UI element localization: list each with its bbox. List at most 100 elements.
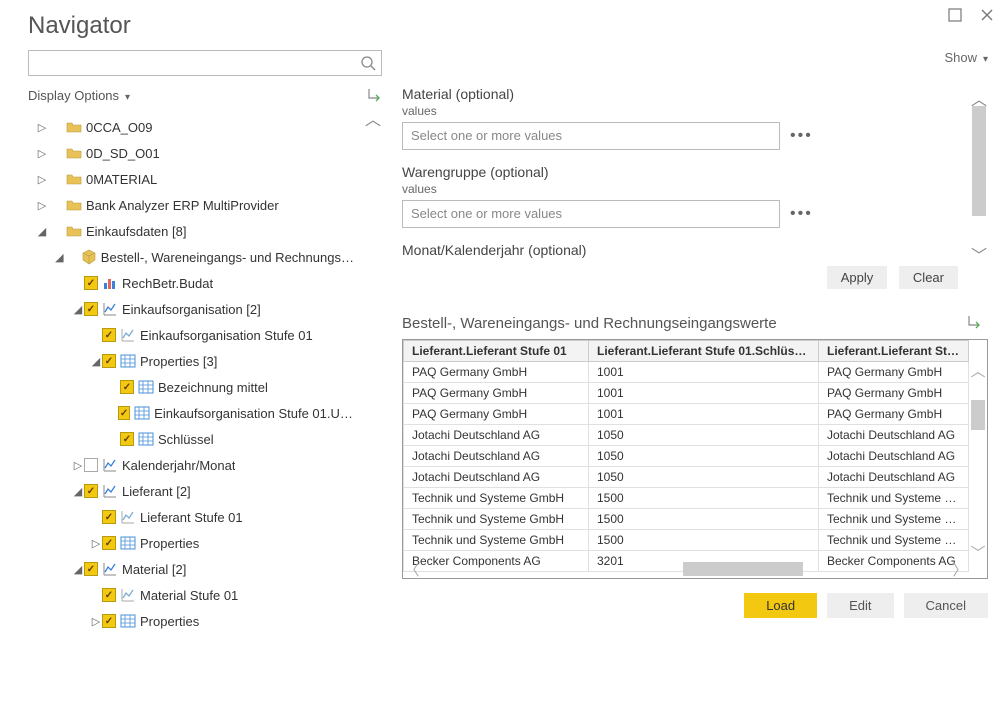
table-row[interactable]: Jotachi Deutschland AG1050Jotachi Deutsc…: [404, 446, 969, 467]
refresh-icon[interactable]: [366, 86, 382, 105]
tree-node[interactable]: ▷Properties: [28, 530, 360, 556]
tree-node[interactable]: ▷Properties: [28, 608, 360, 634]
table-cell: Jotachi Deutschland AG: [819, 467, 969, 488]
checkbox-icon[interactable]: [84, 458, 98, 472]
scroll-left-icon[interactable]: 〈: [403, 559, 421, 580]
tree-node[interactable]: ▷Kalenderjahr/Monat: [28, 452, 360, 478]
table-header[interactable]: Lieferant.Lieferant Stufe 01: [404, 341, 589, 362]
tree-node[interactable]: ▷0MATERIAL: [28, 166, 360, 192]
expander-icon[interactable]: ▷: [36, 199, 48, 212]
tree-node[interactable]: ◢Properties [3]: [28, 348, 360, 374]
scrollbar-thumb[interactable]: [683, 562, 803, 576]
table-row[interactable]: PAQ Germany GmbH1001PAQ Germany GmbH: [404, 404, 969, 425]
clear-button[interactable]: Clear: [899, 266, 958, 289]
tree-node[interactable]: ◢Lieferant [2]: [28, 478, 360, 504]
tree-scrollbar-vertical[interactable]: ︿: [364, 112, 382, 693]
display-options-button[interactable]: Display Options: [28, 88, 130, 103]
scroll-down-icon[interactable]: ﹀: [970, 542, 985, 560]
table-row[interactable]: Technik und Systeme GmbH1500Technik und …: [404, 488, 969, 509]
tree-node[interactable]: Einkaufsorganisation Stufe 01.UniqueNa..…: [28, 400, 360, 426]
table-row[interactable]: Jotachi Deutschland AG1050Jotachi Deutsc…: [404, 425, 969, 446]
expander-icon[interactable]: ▷: [36, 121, 48, 134]
checkbox-icon[interactable]: [120, 432, 134, 446]
expander-icon[interactable]: ▷: [90, 615, 102, 628]
multiselect-input[interactable]: Select one or more values: [402, 122, 780, 150]
expander-icon[interactable]: ◢: [90, 355, 102, 368]
tree-node[interactable]: ◢Einkaufsdaten [8]: [28, 218, 360, 244]
scroll-down-icon[interactable]: ﹀: [971, 242, 987, 260]
table-header[interactable]: Lieferant.Lieferant Stufe 01.Schlüssel: [589, 341, 819, 362]
tree-node[interactable]: ▷0D_SD_O01: [28, 140, 360, 166]
navigator-tree[interactable]: ▷0CCA_O09▷0D_SD_O01▷0MATERIAL▷Bank Analy…: [28, 112, 382, 693]
tree-node[interactable]: Schlüssel: [28, 426, 360, 452]
expander-icon[interactable]: ◢: [54, 251, 65, 264]
tree-node[interactable]: ◢Material [2]: [28, 556, 360, 582]
table-row[interactable]: Jotachi Deutschland AG1050Jotachi Deutsc…: [404, 467, 969, 488]
more-options-icon[interactable]: •••: [790, 205, 813, 223]
bars-icon: [102, 275, 118, 291]
cancel-button[interactable]: Cancel: [904, 593, 988, 618]
checkbox-icon[interactable]: [84, 276, 98, 290]
expander-icon[interactable]: ◢: [36, 225, 48, 238]
table-row[interactable]: PAQ Germany GmbH1001PAQ Germany GmbH: [404, 383, 969, 404]
expander-icon[interactable]: ◢: [72, 563, 84, 576]
checkbox-icon[interactable]: [118, 406, 130, 420]
table-cell: Technik und Systeme GmbH: [404, 488, 589, 509]
checkbox-icon[interactable]: [102, 328, 116, 342]
scroll-up-icon[interactable]: ︿: [971, 86, 987, 104]
expander-icon[interactable]: ▷: [72, 459, 84, 472]
tree-node[interactable]: ◢Bestell-, Wareneingangs- und Rechnungse…: [28, 244, 360, 270]
checkbox-icon[interactable]: [102, 614, 116, 628]
preview-scrollbar-vertical[interactable]: ︿ ﹀: [969, 360, 987, 560]
tree-node[interactable]: ▷ Bank Analyzer ERP MultiProvider: [28, 192, 360, 218]
multiselect-input[interactable]: Select one or more values: [402, 200, 780, 228]
form-scrollbar-vertical[interactable]: ︿ ﹀: [970, 86, 988, 260]
tree-node-label: Bank Analyzer ERP MultiProvider: [86, 198, 279, 213]
tree-node[interactable]: ◢Einkaufsorganisation [2]: [28, 296, 360, 322]
checkbox-icon[interactable]: [120, 380, 134, 394]
tree-node[interactable]: Einkaufsorganisation Stufe 01: [28, 322, 360, 348]
table-header[interactable]: Lieferant.Lieferant Stufe 01.: [819, 341, 969, 362]
tree-node[interactable]: Bezeichnung mittel: [28, 374, 360, 400]
table-row[interactable]: Technik und Systeme GmbH1500Technik und …: [404, 530, 969, 551]
show-dropdown[interactable]: Show: [944, 50, 988, 65]
checkbox-icon[interactable]: [102, 510, 116, 524]
expander-icon[interactable]: ◢: [72, 303, 84, 316]
search-input[interactable]: [28, 50, 382, 76]
expander-icon[interactable]: ◢: [72, 485, 84, 498]
scroll-right-icon[interactable]: 〉: [951, 559, 969, 580]
expander-icon[interactable]: ▷: [36, 173, 48, 186]
search-icon[interactable]: [360, 55, 376, 71]
checkbox-icon[interactable]: [84, 302, 98, 316]
chartsm-icon: [120, 327, 136, 343]
apply-button[interactable]: Apply: [827, 266, 888, 289]
scroll-up-icon[interactable]: ︿: [365, 112, 381, 130]
tree-node[interactable]: Material Stufe 01: [28, 582, 360, 608]
scroll-up-icon[interactable]: ︿: [970, 360, 985, 378]
table-row[interactable]: Technik und Systeme GmbH1500Technik und …: [404, 509, 969, 530]
tree-node[interactable]: ▷0CCA_O09: [28, 114, 360, 140]
window-close-icon[interactable]: [980, 8, 994, 22]
checkbox-icon[interactable]: [102, 536, 116, 550]
expander-icon[interactable]: ▷: [90, 537, 102, 550]
checkbox-icon[interactable]: [102, 588, 116, 602]
more-options-icon[interactable]: •••: [790, 127, 813, 145]
tree-node[interactable]: Lieferant Stufe 01: [28, 504, 360, 530]
checkbox-icon[interactable]: [84, 562, 98, 576]
table-cell: Jotachi Deutschland AG: [404, 446, 589, 467]
folder-icon: [66, 171, 82, 187]
scrollbar-thumb[interactable]: [972, 106, 986, 216]
preview-scrollbar-horizontal[interactable]: 〈 〉: [403, 560, 969, 578]
scrollbar-thumb[interactable]: [971, 400, 985, 430]
edit-button[interactable]: Edit: [827, 593, 893, 618]
checkbox-icon[interactable]: [102, 354, 116, 368]
table-row[interactable]: PAQ Germany GmbH1001PAQ Germany GmbH: [404, 362, 969, 383]
window-restore-icon[interactable]: [948, 8, 962, 22]
checkbox-icon[interactable]: [84, 484, 98, 498]
tree-node[interactable]: RechBetr.Budat: [28, 270, 360, 296]
expander-icon[interactable]: ▷: [36, 147, 48, 160]
load-button[interactable]: Load: [744, 593, 817, 618]
table-cell: Technik und Systeme Gm: [819, 488, 969, 509]
table-cell: 1500: [589, 530, 819, 551]
preview-refresh-icon[interactable]: [966, 313, 982, 333]
